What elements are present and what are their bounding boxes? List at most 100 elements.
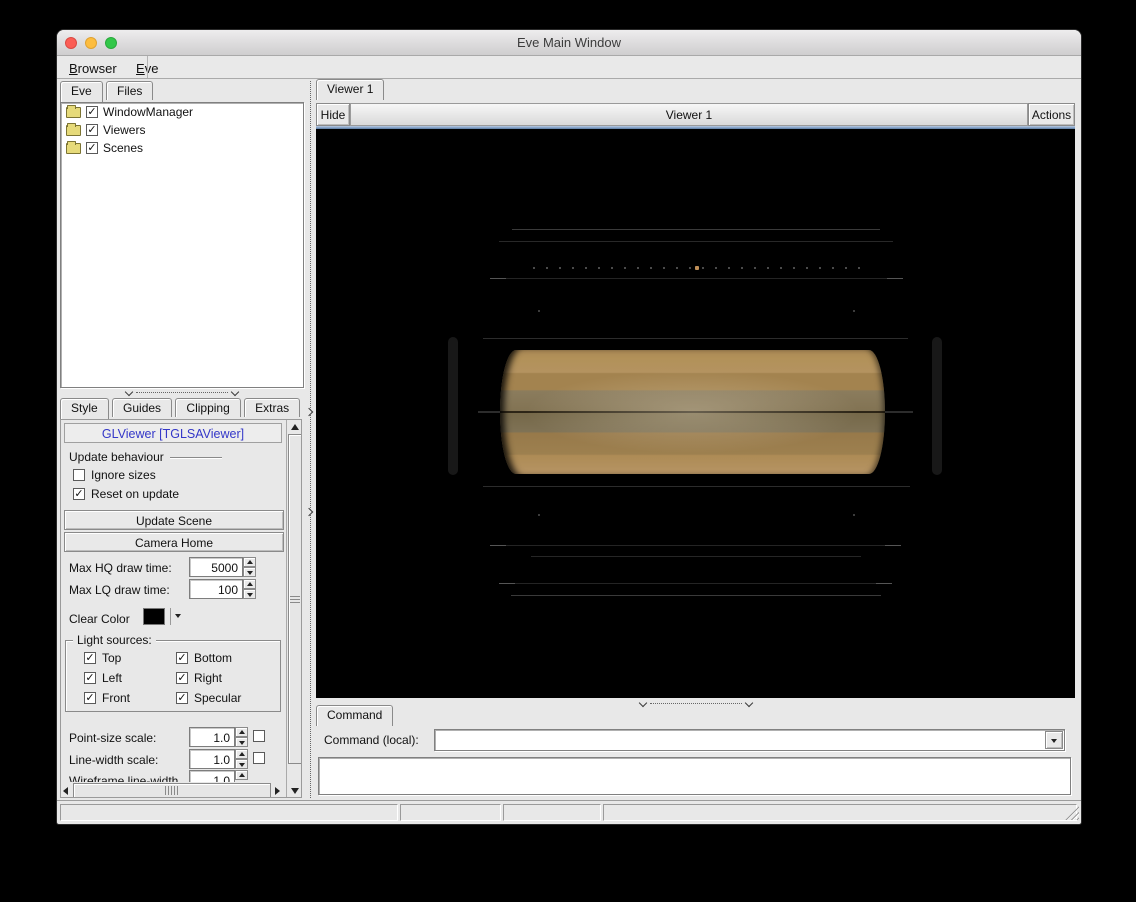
point-size-spinner <box>235 727 248 747</box>
title-rule <box>169 456 222 458</box>
down-arrow-icon <box>175 614 181 618</box>
viewer-title-bar: Viewer 1 <box>350 103 1028 126</box>
wireframe-dot <box>538 310 540 312</box>
spin-up-button[interactable] <box>235 749 248 759</box>
clear-color-swatch[interactable] <box>143 608 165 625</box>
line-width-checkbox[interactable] <box>253 752 265 764</box>
tab-style[interactable]: Style <box>60 398 109 419</box>
max-hq-label: Max HQ draw time: <box>69 561 172 575</box>
tab-command[interactable]: Command <box>316 705 394 726</box>
light-top-row: ✓ Top <box>84 651 121 665</box>
titlebar[interactable]: Eve Main Window <box>57 30 1081 56</box>
command-dropdown-button[interactable] <box>1045 731 1063 749</box>
point-size-field[interactable]: 1.0 <box>189 727 235 747</box>
spin-up-button[interactable] <box>243 557 256 567</box>
reset-on-update-checkbox[interactable]: ✓ <box>73 488 85 500</box>
max-hq-field[interactable]: 5000 <box>189 557 243 577</box>
tree-item-windowmanager[interactable]: ✓ WindowManager <box>61 103 303 121</box>
max-lq-label: Max LQ draw time: <box>69 583 170 597</box>
up-arrow-icon <box>239 752 245 756</box>
max-hq-spinner <box>243 557 256 577</box>
tree-checkbox[interactable]: ✓ <box>86 142 98 154</box>
menu-browser[interactable]: Browser <box>61 59 125 78</box>
detector-endcap <box>448 337 458 475</box>
line-width-field[interactable]: 1.0 <box>189 749 235 769</box>
down-arrow-icon <box>247 571 253 575</box>
spin-up-button[interactable] <box>235 727 248 737</box>
hscroll-thumb[interactable] <box>73 783 271 797</box>
gl-viewport[interactable] <box>316 126 1075 698</box>
spin-down-button[interactable] <box>235 759 248 769</box>
wireframe-line <box>499 583 892 584</box>
hide-button[interactable]: Hide <box>316 103 350 126</box>
vertical-splitter[interactable] <box>304 81 315 798</box>
folder-icon <box>66 104 81 118</box>
clear-color-label: Clear Color <box>69 612 130 626</box>
horizontal-splitter[interactable] <box>60 387 304 397</box>
spin-down-button[interactable] <box>243 589 256 599</box>
wireframe-line <box>499 241 893 242</box>
splitter-arrow-icon <box>304 507 314 517</box>
ignore-sizes-checkbox[interactable] <box>73 469 85 481</box>
tab-guides[interactable]: Guides <box>112 398 173 417</box>
light-sources-title: Light sources: <box>73 633 156 647</box>
tab-viewer-1[interactable]: Viewer 1 <box>316 79 385 100</box>
scroll-right-icon[interactable] <box>275 787 280 795</box>
light-front-checkbox[interactable]: ✓ <box>84 692 96 704</box>
tab-clipping[interactable]: Clipping <box>175 398 241 417</box>
wireframe-line <box>531 556 861 557</box>
point-size-checkbox[interactable] <box>253 730 265 742</box>
glviewer-title-button[interactable]: GLViewer [TGLSAViewer] <box>64 423 282 443</box>
vscroll-thumb[interactable] <box>288 434 301 764</box>
light-top-checkbox[interactable]: ✓ <box>84 652 96 664</box>
light-specular-checkbox[interactable]: ✓ <box>176 692 188 704</box>
menubar: Browser Eve <box>57 56 1081 79</box>
spin-up-button[interactable] <box>243 579 256 589</box>
viewport-bottom-splitter[interactable] <box>316 698 1075 708</box>
style-hscrollbar[interactable] <box>61 782 286 797</box>
command-output <box>318 757 1071 795</box>
detector-cylinder <box>500 350 885 474</box>
tab-files[interactable]: Files <box>106 81 154 100</box>
tree-checkbox[interactable]: ✓ <box>86 124 98 136</box>
tab-eve[interactable]: Eve <box>60 81 103 102</box>
wireframe-dot <box>853 310 855 312</box>
light-sources-group: Light sources: ✓ Top ✓ Bottom ✓ Left ✓ R… <box>65 633 281 712</box>
update-scene-button[interactable]: Update Scene <box>64 510 284 530</box>
tree-checkbox[interactable]: ✓ <box>86 106 98 118</box>
command-input[interactable] <box>434 729 1065 751</box>
tab-extras[interactable]: Extras <box>244 398 301 417</box>
tree-item-viewers[interactable]: ✓ Viewers <box>61 121 303 139</box>
spin-down-button[interactable] <box>243 567 256 577</box>
scroll-down-icon[interactable] <box>291 788 299 794</box>
actions-button[interactable]: Actions <box>1028 103 1075 126</box>
light-right-checkbox[interactable]: ✓ <box>176 672 188 684</box>
tree-item-scenes[interactable]: ✓ Scenes <box>61 139 303 157</box>
light-left-checkbox[interactable]: ✓ <box>84 672 96 684</box>
vertex-marker <box>695 266 699 270</box>
light-bottom-checkbox[interactable]: ✓ <box>176 652 188 664</box>
splitter-dotted-line <box>310 81 311 798</box>
max-lq-field[interactable]: 100 <box>189 579 243 599</box>
style-vscrollbar[interactable] <box>286 420 301 797</box>
light-specular-row: ✓ Specular <box>176 691 241 705</box>
wireframe-line <box>483 486 910 487</box>
camera-home-button[interactable]: Camera Home <box>64 532 284 552</box>
scroll-left-icon[interactable] <box>63 787 68 795</box>
style-panel: GLViewer [TGLSAViewer] Update behaviour … <box>60 419 302 798</box>
line-width-label: Line-width scale: <box>69 753 159 767</box>
down-arrow-icon <box>247 593 253 597</box>
clear-color-dropdown[interactable] <box>174 608 186 625</box>
splitter-arrow-icon <box>304 407 314 417</box>
spin-up-button[interactable] <box>235 770 248 780</box>
status-cell <box>503 804 601 821</box>
splitter-arrow-icon <box>124 387 134 397</box>
scroll-up-icon[interactable] <box>291 424 299 430</box>
reset-on-update-label: Reset on update <box>91 487 180 501</box>
tree-item-label: Viewers <box>103 123 146 137</box>
viewport-highlight-line <box>316 126 1075 129</box>
spin-down-button[interactable] <box>235 737 248 747</box>
down-arrow-icon <box>239 741 245 745</box>
eve-main-window: Eve Main Window Browser Eve Eve Files ✓ … <box>57 30 1081 824</box>
light-bottom-label: Bottom <box>194 651 233 665</box>
